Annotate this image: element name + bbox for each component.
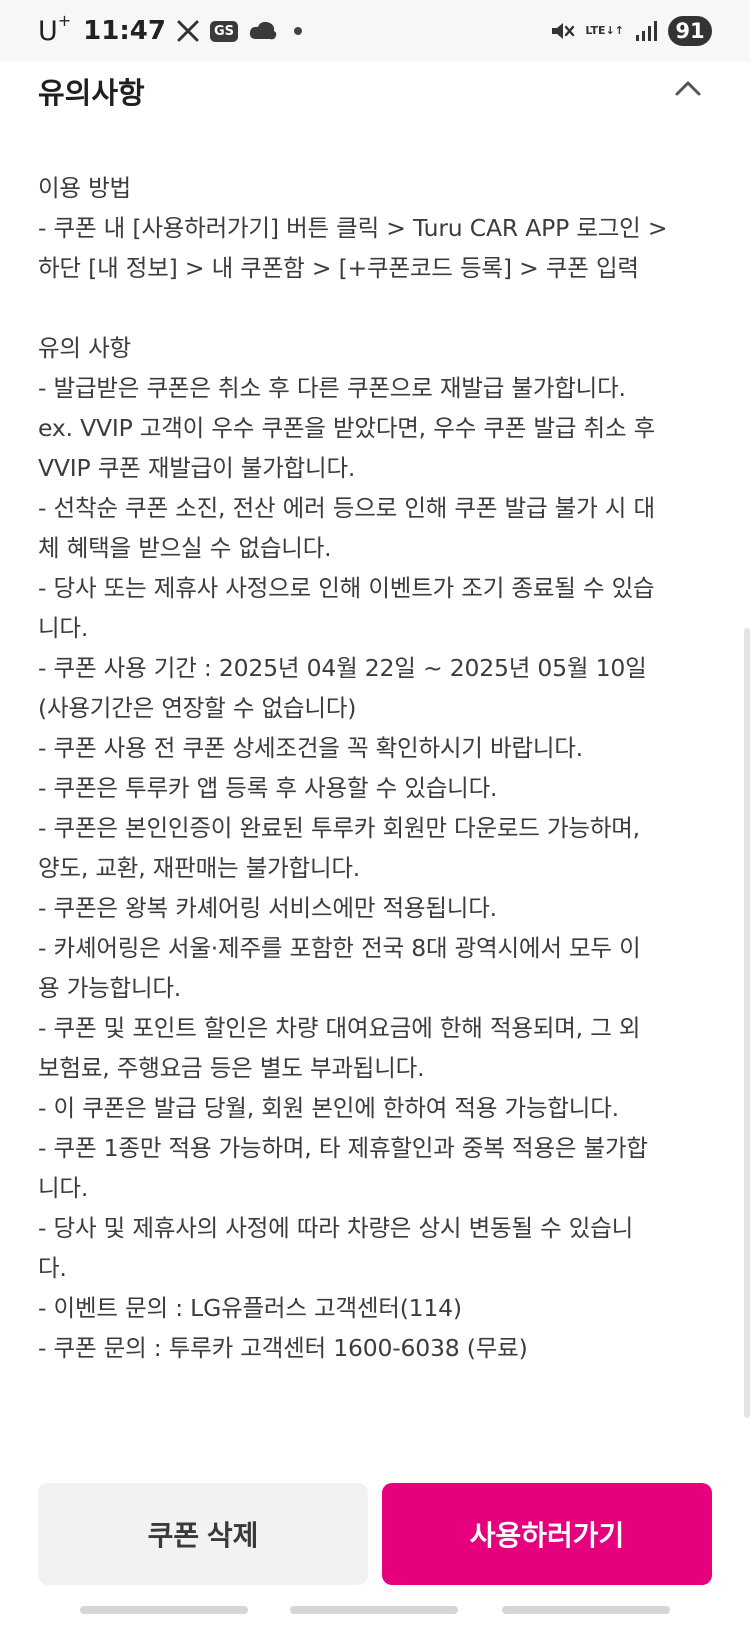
notice-line: - 선착순 쿠폰 소진, 전산 에러 등으로 인해 쿠폰 발급 불가 시 대 — [38, 494, 655, 522]
mute-icon — [549, 19, 575, 43]
usage-line: 하단 [내 정보] > 내 쿠폰함 > [+쿠폰코드 등록] > 쿠폰 입력 — [38, 254, 639, 282]
scrollbar[interactable] — [744, 628, 750, 1418]
notice-line: 니다. — [38, 614, 89, 642]
notice-line: - 쿠폰은 왕복 카셰어링 서비스에만 적용됩니다. — [38, 894, 497, 922]
notice-line: 보험료, 주행요금 등은 별도 부과됩니다. — [38, 1054, 425, 1082]
notice-line: - 카셰어링은 서울·제주를 포함한 전국 8대 광역시에서 모두 이 — [38, 934, 641, 962]
usage-line: - 쿠폰 내 [사용하러가기] 버튼 클릭 > Turu CAR APP 로그인… — [38, 214, 668, 242]
lte-icon: LTE ↓↑ — [585, 24, 624, 37]
notice-heading: 유의 사항 — [38, 334, 131, 362]
status-bar-left: U+ 11:47 GS — [38, 11, 302, 48]
nav-indicator — [290, 1606, 458, 1614]
notice-header[interactable]: 유의사항 — [0, 62, 750, 122]
notice-line: ex. VVIP 고객이 우수 쿠폰을 받았다면, 우수 쿠폰 발급 취소 후 — [38, 414, 656, 442]
delete-coupon-button[interactable]: 쿠폰 삭제 — [38, 1483, 368, 1585]
dot-icon — [293, 27, 302, 35]
clock: 11:47 — [83, 16, 166, 46]
notice-line: - 당사 또는 제휴사 사정으로 인해 이벤트가 조기 종료될 수 있습 — [38, 574, 655, 602]
notice-line: - 이 쿠폰은 발급 당월, 회원 본인에 한하여 적용 가능합니다. — [38, 1094, 619, 1122]
chevron-up-icon — [675, 81, 701, 96]
notice-section: 유의 사항 - 발급받은 쿠폰은 취소 후 다른 쿠폰으로 재발급 불가합니다.… — [38, 328, 718, 1368]
notice-line: - 이벤트 문의 : LG유플러스 고객센터(114) — [38, 1294, 462, 1322]
notice-line: - 발급받은 쿠폰은 취소 후 다른 쿠폰으로 재발급 불가합니다. — [38, 374, 626, 402]
notice-line: 니다. — [38, 1174, 89, 1202]
usage-heading: 이용 방법 — [38, 174, 131, 202]
notice-line: 양도, 교환, 재판매는 불가합니다. — [38, 854, 361, 882]
notice-line: - 쿠폰 및 포인트 할인은 차량 대여요금에 한해 적용되며, 그 외 — [38, 1014, 641, 1042]
battery-icon: 91 — [668, 16, 712, 46]
notice-line: - 쿠폰 사용 기간 : 2025년 04월 22일 ~ 2025년 05월 1… — [38, 654, 647, 682]
notice-line: (사용기간은 연장할 수 없습니다) — [38, 694, 357, 722]
usage-section: 이용 방법 - 쿠폰 내 [사용하러가기] 버튼 클릭 > Turu CAR A… — [38, 168, 718, 288]
x-icon — [176, 19, 200, 43]
notice-line: - 쿠폰은 본인인증이 완료된 투루카 회원만 다운로드 가능하며, — [38, 814, 640, 842]
collapse-button[interactable] — [666, 66, 710, 110]
notice-line: 용 가능합니다. — [38, 974, 182, 1002]
use-coupon-button[interactable]: 사용하러가기 — [382, 1483, 712, 1585]
notice-line: - 당사 및 제휴사의 사정에 따라 차량은 상시 변동될 수 있습니 — [38, 1214, 634, 1242]
coupon-notice-page: U+ 11:47 GS LTE ↓↑ 91 유의사항 이용 방법 - 쿠폰 내 … — [0, 0, 750, 1625]
status-bar: U+ 11:47 GS LTE ↓↑ 91 — [0, 0, 750, 62]
gs-icon: GS — [209, 20, 238, 42]
signal-icon — [634, 19, 658, 43]
carrier-label: U+ — [38, 11, 72, 47]
section-title: 유의사항 — [38, 76, 145, 110]
notice-content: 이용 방법 - 쿠폰 내 [사용하러가기] 버튼 클릭 > Turu CAR A… — [38, 168, 718, 1368]
notice-line: VVIP 쿠폰 재발급이 불가합니다. — [38, 454, 356, 482]
cloud-icon — [248, 19, 278, 43]
notice-line: - 쿠폰 1종만 적용 가능하며, 타 제휴할인과 중복 적용은 불가합 — [38, 1134, 648, 1162]
notice-line: 체 혜택을 받으실 수 없습니다. — [38, 534, 332, 562]
notice-line: - 쿠폰 사용 전 쿠폰 상세조건을 꼭 확인하시기 바랍니다. — [38, 734, 583, 762]
nav-indicator — [80, 1606, 248, 1614]
notice-line: - 쿠폰 문의 : 투루카 고객센터 1600-6038 (무료) — [38, 1334, 528, 1362]
notice-line: 다. — [38, 1254, 67, 1282]
status-bar-right: LTE ↓↑ 91 — [539, 14, 712, 48]
nav-indicator — [502, 1606, 670, 1614]
notice-line: - 쿠폰은 투루카 앱 등록 후 사용할 수 있습니다. — [38, 774, 498, 802]
